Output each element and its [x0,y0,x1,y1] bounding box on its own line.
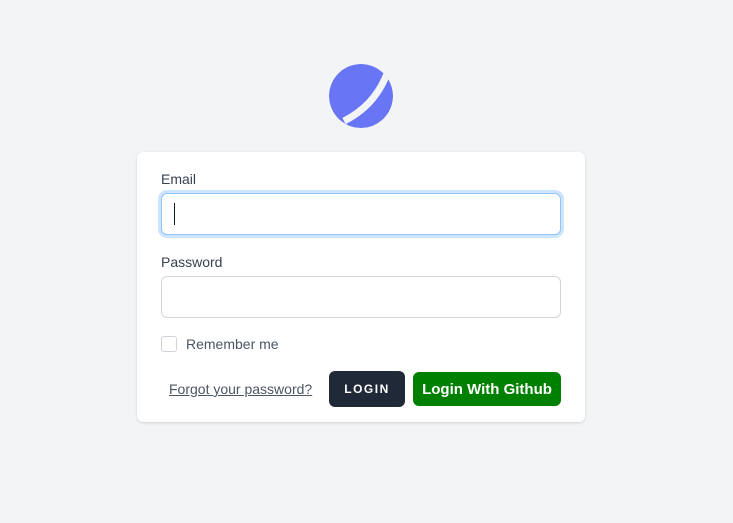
login-with-github-button[interactable]: Login With Github [413,372,561,406]
password-field[interactable] [161,276,561,318]
email-label: Email [161,171,197,187]
email-field[interactable] [161,193,561,235]
password-label: Password [161,254,223,270]
remember-checkbox[interactable] [161,336,177,352]
login-page: Email Password Remember me Forgot your p… [0,0,733,523]
forgot-password-link[interactable]: Forgot your password? [169,381,312,397]
text-caret [174,203,175,225]
login-button[interactable]: LOGIN [329,371,405,407]
remember-label: Remember me [186,336,279,352]
login-card: Email Password Remember me Forgot your p… [137,152,585,422]
moon-logo-icon [328,63,394,129]
remember-me[interactable]: Remember me [161,336,279,352]
